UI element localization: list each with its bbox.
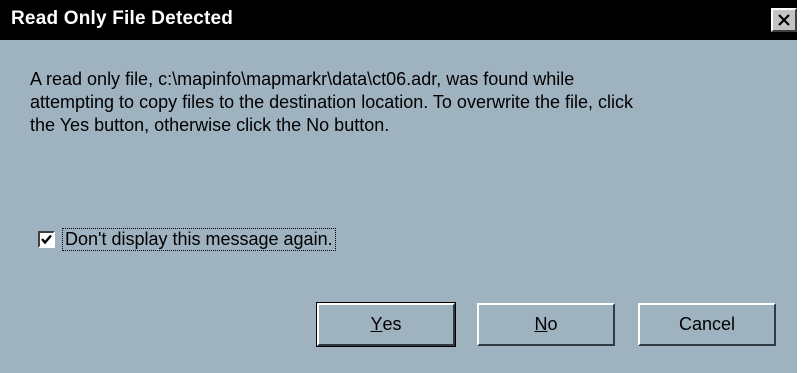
yes-label-rest: es: [382, 314, 402, 334]
close-button[interactable]: [771, 8, 797, 32]
no-mnemonic: N: [534, 314, 548, 334]
checkmark-icon: [41, 234, 52, 245]
cancel-button[interactable]: Cancel: [638, 303, 776, 346]
dialog-title: Read Only File Detected: [11, 8, 234, 29]
cancel-label: Cancel: [678, 314, 736, 334]
yes-button[interactable]: Yes: [316, 302, 456, 347]
dialog-message: A read only file, c:\mapinfo\mapmarkr\da…: [30, 69, 633, 135]
no-button[interactable]: No: [477, 303, 615, 346]
yes-mnemonic: Y: [370, 314, 383, 334]
dont-display-again-option[interactable]: Don't display this message again.: [38, 228, 336, 251]
no-label-rest: o: [547, 314, 558, 334]
read-only-file-dialog: Read Only File Detected A read only file…: [0, 0, 797, 373]
dont-display-again-label[interactable]: Don't display this message again.: [62, 228, 336, 251]
close-icon: [778, 14, 790, 26]
dont-display-again-checkbox[interactable]: [38, 231, 55, 248]
title-bar: Read Only File Detected: [0, 0, 797, 40]
